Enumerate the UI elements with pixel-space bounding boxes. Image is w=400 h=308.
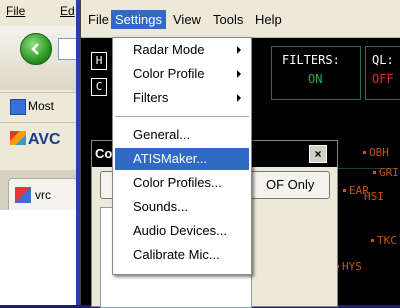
target-hsi[interactable]: HSI xyxy=(364,190,384,203)
browser-menubar: File Ed xyxy=(0,0,76,22)
ql-title: QL: xyxy=(372,53,394,67)
hotkey-h[interactable]: H xyxy=(91,52,107,70)
menu-item-label: Filters xyxy=(133,90,169,105)
target-label: OBH xyxy=(369,146,389,159)
target-label: TKC xyxy=(377,234,397,247)
hotkey-c[interactable]: C xyxy=(91,78,107,96)
ql-panel[interactable]: QL: OFF xyxy=(365,46,400,100)
menu-item-general[interactable]: General... xyxy=(115,124,249,146)
menu-item-label: Calibrate Mic... xyxy=(133,247,220,262)
target-obh[interactable]: OBH xyxy=(363,146,389,159)
browser-menu-file[interactable]: File xyxy=(6,4,25,18)
browser-menu-edit[interactable]: Ed xyxy=(60,4,75,18)
favorites-bar: Most xyxy=(0,92,76,119)
menu-item-color-profile[interactable]: Color Profile xyxy=(115,63,249,85)
menu-item-label: Radar Mode xyxy=(133,42,205,57)
target-label: HSI xyxy=(364,190,384,203)
close-icon[interactable]: × xyxy=(309,145,327,163)
browser-tab-label: vrc xyxy=(35,188,51,202)
menu-help[interactable]: Help xyxy=(251,10,286,29)
browser-tab-strip: vrc xyxy=(0,170,76,211)
submenu-arrow-icon xyxy=(237,70,241,78)
radar-app-window: File Settings View Tools Help H C FILTER… xyxy=(80,0,400,308)
menu-item-filters[interactable]: Filters xyxy=(115,87,249,109)
filters-value: ON xyxy=(308,72,323,86)
arrow-left-icon xyxy=(31,43,39,55)
browser-page xyxy=(0,210,76,305)
menu-item-label: Audio Devices... xyxy=(133,223,227,238)
background-browser-window: File Ed Most AVC vrc xyxy=(0,0,76,305)
menu-file[interactable]: File xyxy=(84,10,113,29)
menu-item-label: Color Profiles... xyxy=(133,175,222,190)
app-menubar: File Settings View Tools Help xyxy=(81,0,400,38)
menu-view[interactable]: View xyxy=(169,10,205,29)
menu-item-label: General... xyxy=(133,127,191,142)
favorites-item-most[interactable]: Most xyxy=(28,99,54,113)
page-icon xyxy=(10,99,26,115)
target-tkc[interactable]: TKC xyxy=(371,234,397,247)
menu-item-atismaker[interactable]: ATISMaker... xyxy=(115,148,249,170)
menu-item-sounds[interactable]: Sounds... xyxy=(115,196,249,218)
menu-settings[interactable]: Settings xyxy=(111,10,166,29)
target-hys[interactable]: HYS xyxy=(336,260,362,273)
filters-panel[interactable]: FILTERS: ON xyxy=(271,46,361,100)
submenu-arrow-icon xyxy=(237,94,241,102)
menu-item-audio-devices[interactable]: Audio Devices... xyxy=(115,220,249,242)
dialog-title: Co xyxy=(95,146,113,161)
menu-separator xyxy=(115,116,249,117)
target-label: HYS xyxy=(342,260,362,273)
address-bar[interactable] xyxy=(58,38,76,60)
target-marker xyxy=(363,151,366,154)
menu-tools[interactable]: Tools xyxy=(209,10,247,29)
filter-only-label: OF Only xyxy=(266,177,315,192)
menu-item-label: Sounds... xyxy=(133,199,188,214)
settings-dropdown: Radar Mode Color Profile Filters General… xyxy=(112,37,252,275)
menu-item-color-profiles[interactable]: Color Profiles... xyxy=(115,172,249,194)
avg-label: AVC xyxy=(28,131,61,148)
menu-item-label: Color Profile xyxy=(133,66,205,81)
target-marker xyxy=(373,171,376,174)
target-marker xyxy=(343,189,346,192)
filters-title: FILTERS: xyxy=(282,53,340,67)
avg-logo-icon xyxy=(10,131,26,145)
ql-value: OFF xyxy=(372,72,394,86)
target-gri[interactable]: GRI xyxy=(373,166,399,179)
back-button[interactable] xyxy=(20,33,52,65)
submenu-arrow-icon xyxy=(237,46,241,54)
menu-item-label: ATISMaker... xyxy=(133,151,208,166)
menu-item-radar-mode[interactable]: Radar Mode xyxy=(115,39,249,61)
menu-item-calibrate-mic[interactable]: Calibrate Mic... xyxy=(115,244,249,266)
target-label: GRI xyxy=(379,166,399,179)
browser-tab-vrc[interactable]: vrc xyxy=(8,178,76,211)
site-favicon-icon xyxy=(15,187,31,203)
avg-logo[interactable]: AVC xyxy=(10,131,61,149)
target-marker xyxy=(371,239,374,242)
avg-toolbar: AVC xyxy=(0,122,76,163)
